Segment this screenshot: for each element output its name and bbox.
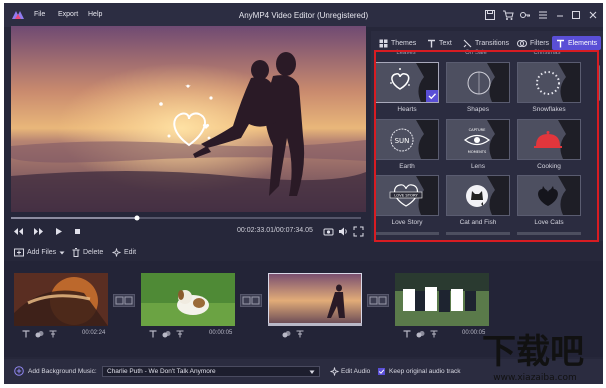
edit-audio-sparkle-icon [330, 367, 339, 376]
element-icon[interactable] [430, 330, 438, 338]
timeline-toolbar: Add Files Delete Edit [4, 246, 603, 261]
chevron-down-icon [59, 251, 65, 254]
tab-elements[interactable]: Elements [552, 36, 602, 50]
tab-filters[interactable]: Filters [517, 36, 549, 50]
film-transition-icon [115, 296, 133, 305]
watermark-main-text: 下载吧 [482, 332, 584, 372]
playback-scrubber[interactable] [11, 215, 361, 221]
elements-icon [557, 39, 564, 47]
bg-music-value: Charlie Puth - We Don't Talk Anymore [107, 368, 216, 375]
chevron-down-icon [309, 370, 315, 374]
clip-tools [22, 329, 57, 339]
save-icon[interactable] [484, 9, 496, 21]
stop-icon[interactable] [72, 226, 83, 237]
delete-label: Delete [83, 249, 104, 256]
transition-slot[interactable] [240, 294, 262, 307]
snapshot-icon[interactable] [323, 226, 334, 237]
audio-effect-icon[interactable] [282, 330, 291, 338]
playback-controls: 00:02:33.01/00:07:34.05 [11, 225, 366, 239]
edit-audio-button[interactable]: Edit Audio [341, 368, 370, 375]
tab-transitions-label: Transitions [475, 39, 509, 47]
title-bar: File Export Help AnyMP4 Video Editor (Un… [4, 3, 603, 27]
clip-thumbnail [269, 274, 361, 325]
play-icon[interactable] [53, 226, 64, 237]
add-music-icon[interactable] [14, 366, 24, 376]
text-icon[interactable] [403, 330, 411, 338]
volume-icon[interactable] [338, 226, 349, 237]
themes-icon [379, 39, 388, 47]
bg-music-select[interactable]: Charlie Puth - We Don't Talk Anymore [102, 366, 320, 377]
clip-thumbnail [141, 273, 235, 326]
rewind-icon[interactable] [13, 226, 24, 237]
fast-forward-icon[interactable] [33, 226, 44, 237]
tab-text-label: Text [439, 39, 452, 47]
film-transition-icon [369, 296, 387, 305]
timecode-display: 00:02:33.01/00:07:34.05 [237, 227, 313, 234]
film-transition-icon [242, 296, 260, 305]
transitions-icon [463, 39, 472, 47]
timeline-clip[interactable] [395, 273, 489, 326]
transition-slot[interactable] [113, 294, 135, 307]
edit-button[interactable]: Edit [112, 248, 136, 257]
timeline-clip-selected[interactable] [268, 273, 362, 326]
key-icon[interactable] [519, 9, 531, 21]
preview-frame-image [11, 26, 366, 212]
clip-tools [403, 329, 438, 339]
audio-effect-icon[interactable] [416, 330, 425, 338]
checkmark-icon [378, 369, 385, 374]
text-icon[interactable] [22, 330, 30, 338]
watermark-logo: 下载吧 www.xiazaiba.com [482, 332, 584, 383]
selected-clip-bar [268, 323, 362, 326]
delete-button[interactable]: Delete [72, 248, 103, 257]
fullscreen-icon[interactable] [353, 226, 364, 237]
trash-icon [72, 248, 80, 257]
clip-duration: 00:02:24 [82, 330, 106, 336]
filters-icon [517, 39, 527, 47]
add-files-button[interactable]: Add Files [14, 248, 65, 257]
cart-icon[interactable] [502, 9, 514, 21]
clip-tools [149, 329, 184, 339]
minimize-icon[interactable] [554, 9, 566, 21]
audio-effect-icon[interactable] [162, 330, 171, 338]
effects-tabs: Themes Text Transitions Filters Elements [371, 36, 603, 50]
edit-label: Edit [124, 249, 137, 256]
text-icon[interactable] [149, 330, 157, 338]
timeline-clip[interactable] [14, 273, 108, 326]
transition-slot[interactable] [367, 294, 389, 307]
clip-duration: 00:00:05 [209, 330, 233, 336]
highlight-box [374, 50, 599, 242]
tab-themes-label: Themes [391, 39, 417, 47]
close-icon[interactable] [587, 9, 599, 21]
clip-thumbnail [14, 273, 108, 326]
clip-thumbnail [395, 273, 489, 326]
keep-original-audio-label: Keep original audio track [389, 368, 461, 375]
tab-text[interactable]: Text [427, 36, 452, 50]
restore-icon[interactable] [570, 9, 582, 21]
element-icon[interactable] [296, 330, 304, 338]
clip-tools [282, 329, 304, 339]
add-file-icon [14, 248, 24, 257]
watermark-url-text: www.xiazaiba.com [493, 373, 577, 383]
add-files-label: Add Files [27, 249, 57, 256]
tab-transitions[interactable]: Transitions [463, 36, 509, 50]
keep-original-audio-checkbox[interactable] [378, 368, 385, 375]
tab-filters-label: Filters [530, 39, 550, 47]
tab-themes[interactable]: Themes [379, 36, 416, 50]
bg-music-label: Add Background Music: [28, 368, 97, 375]
element-icon[interactable] [176, 330, 184, 338]
tab-elements-label: Elements [568, 39, 598, 47]
edit-sparkle-icon [112, 248, 121, 257]
text-icon [428, 39, 435, 47]
element-icon[interactable] [49, 330, 57, 338]
menu-icon[interactable] [537, 9, 549, 21]
video-preview[interactable] [11, 26, 366, 212]
timeline-clip[interactable] [141, 273, 235, 326]
audio-effect-icon[interactable] [35, 330, 44, 338]
